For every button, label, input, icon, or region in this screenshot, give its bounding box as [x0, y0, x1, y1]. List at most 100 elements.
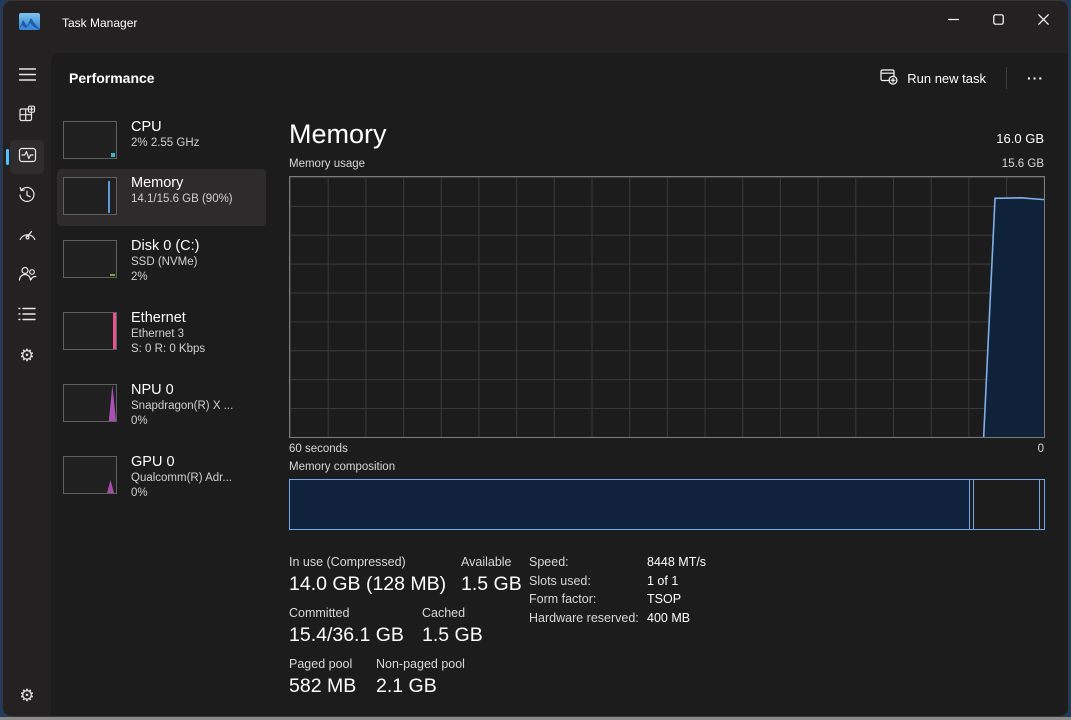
nav-item-details[interactable]: [10, 299, 44, 333]
device-subtitle: 2% 2.55 GHz: [131, 137, 200, 149]
stat-in-use: In use (Compressed) 14.0 GB (128 MB): [289, 554, 446, 598]
stat-committed: Committed 15.4/36.1 GB: [289, 605, 404, 649]
ellipsis-icon: ···: [1027, 70, 1044, 86]
stat-label: Paged pool: [289, 657, 353, 671]
detail-label: Speed:: [529, 555, 569, 569]
header-divider: [1006, 67, 1007, 89]
device-subtitle: 0%: [131, 415, 148, 427]
memory-pane-title: Memory: [289, 119, 387, 149]
device-item-cpu[interactable]: CPU 2% 2.55 GHz: [57, 113, 266, 169]
menu-button[interactable]: [10, 60, 44, 94]
app-title: Task Manager: [62, 16, 138, 30]
stat-label: Non-paged pool: [376, 657, 465, 671]
detail-value: 1 of 1: [647, 573, 679, 588]
run-new-task-label: Run new task: [907, 70, 986, 86]
stat-paged-pool: Paged pool 582 MB: [289, 656, 356, 700]
detail-label: Slots used:: [529, 573, 591, 588]
settings-gear-icon: ⚙: [19, 685, 35, 706]
time-axis-left-label: 60 seconds: [289, 443, 348, 455]
composition-segment-standby: [974, 480, 1039, 529]
detail-value: TSOP: [647, 592, 682, 606]
hamburger-icon: [18, 68, 36, 86]
stat-label: In use (Compressed): [289, 555, 406, 569]
services-cog-icon: ⚙: [19, 345, 35, 366]
stat-value: 1.5 GB: [461, 573, 522, 595]
usage-area-chart: [982, 197, 1044, 437]
usage-scale-max: 15.6 GB: [1001, 158, 1044, 170]
minimize-button[interactable]: [931, 1, 976, 37]
window-controls: [931, 1, 1066, 37]
nav-item-performance[interactable]: [10, 140, 44, 174]
memory-mini-graph: [63, 177, 117, 215]
device-title: Disk 0 (C:): [131, 238, 200, 254]
gpu-mini-graph: [63, 456, 117, 494]
gpu-sparkline: [107, 480, 114, 493]
close-button[interactable]: [1021, 1, 1066, 37]
run-new-task-icon: [880, 68, 898, 88]
device-title: Memory: [131, 175, 184, 191]
run-new-task-button[interactable]: Run new task: [868, 62, 998, 94]
content-panel: Performance Run new task ··· CPU 2% 2.55…: [51, 53, 1068, 716]
stat-label: Available: [461, 555, 512, 569]
device-item-ethernet[interactable]: Ethernet Ethernet 3 S: 0 R: 0 Kbps: [57, 304, 266, 368]
composition-segment-free: [1039, 480, 1044, 529]
npu-mini-graph: [63, 384, 117, 422]
composition-segment-in-use: [290, 480, 971, 529]
stat-value: 2.1 GB: [376, 675, 437, 697]
ethernet-sparkline: [113, 313, 116, 349]
device-title: NPU 0: [131, 382, 174, 398]
cpu-sparkline: [111, 153, 115, 157]
memory-composition-bar[interactable]: [289, 479, 1045, 530]
stat-label: Committed: [289, 606, 350, 620]
disk-mini-graph: [63, 240, 117, 278]
stat-available: Available 1.5 GB: [461, 554, 522, 598]
device-subtitle: Ethernet 3: [131, 328, 185, 340]
ethernet-mini-graph: [63, 312, 117, 350]
nav-item-users[interactable]: [10, 259, 44, 293]
task-manager-app-icon: [19, 13, 40, 30]
memory-sparkline: [108, 181, 110, 213]
speedometer-icon: [18, 227, 37, 247]
processes-icon: [18, 105, 36, 128]
disk-sparkline: [110, 274, 115, 276]
titlebar[interactable]: Task Manager: [3, 1, 1068, 53]
nav-selected-accent: [6, 149, 9, 165]
memory-composition-label: Memory composition: [289, 461, 396, 473]
stat-value: 14.0 GB (128 MB): [289, 573, 447, 595]
detail-label: Hardware reserved:: [529, 610, 639, 625]
stat-cached: Cached 1.5 GB: [422, 605, 483, 649]
page-header: Performance Run new task ···: [51, 53, 1068, 103]
device-item-gpu0[interactable]: GPU 0 Qualcomm(R) Adr... 0%: [57, 448, 266, 512]
device-title: Ethernet: [131, 310, 186, 326]
device-subtitle: Qualcomm(R) Adr...: [131, 472, 232, 484]
page-title: Performance: [69, 70, 155, 86]
nav-item-processes[interactable]: [10, 99, 44, 133]
maximize-button[interactable]: [976, 1, 1021, 37]
list-icon: [18, 307, 36, 326]
device-subtitle: 0%: [131, 487, 148, 499]
device-item-memory[interactable]: Memory 14.1/15.6 GB (90%): [57, 169, 266, 226]
stat-non-paged-pool: Non-paged pool 2.1 GB: [376, 656, 465, 700]
device-item-npu0[interactable]: NPU 0 Snapdragon(R) X ... 0%: [57, 376, 266, 440]
memory-usage-label: Memory usage: [289, 158, 366, 170]
nav-item-app-history[interactable]: [10, 180, 44, 214]
stat-value: 15.4/36.1 GB: [289, 624, 404, 646]
memory-usage-graph[interactable]: [289, 176, 1045, 438]
device-subtitle: 14.1/15.6 GB (90%): [131, 193, 233, 205]
device-item-disk0[interactable]: Disk 0 (C:) SSD (NVMe) 2%: [57, 232, 266, 296]
settings-button[interactable]: ⚙: [10, 679, 44, 713]
device-subtitle: 2%: [131, 271, 148, 283]
more-options-button[interactable]: ···: [1015, 66, 1056, 90]
detail-value: 400 MB: [647, 610, 691, 625]
nav-rail: ⚙ ⚙: [3, 53, 51, 716]
device-subtitle: SSD (NVMe): [131, 256, 198, 268]
stat-label: Cached: [422, 606, 466, 620]
stat-value: 1.5 GB: [422, 624, 483, 646]
cpu-mini-graph: [63, 121, 117, 159]
device-subtitle: Snapdragon(R) X ...: [131, 400, 234, 412]
detail-label: Form factor:: [529, 592, 597, 606]
nav-item-startup-apps[interactable]: [10, 220, 44, 254]
nav-item-services[interactable]: ⚙: [10, 339, 44, 373]
history-clock-icon: [18, 186, 36, 209]
performance-icon: [18, 146, 37, 169]
